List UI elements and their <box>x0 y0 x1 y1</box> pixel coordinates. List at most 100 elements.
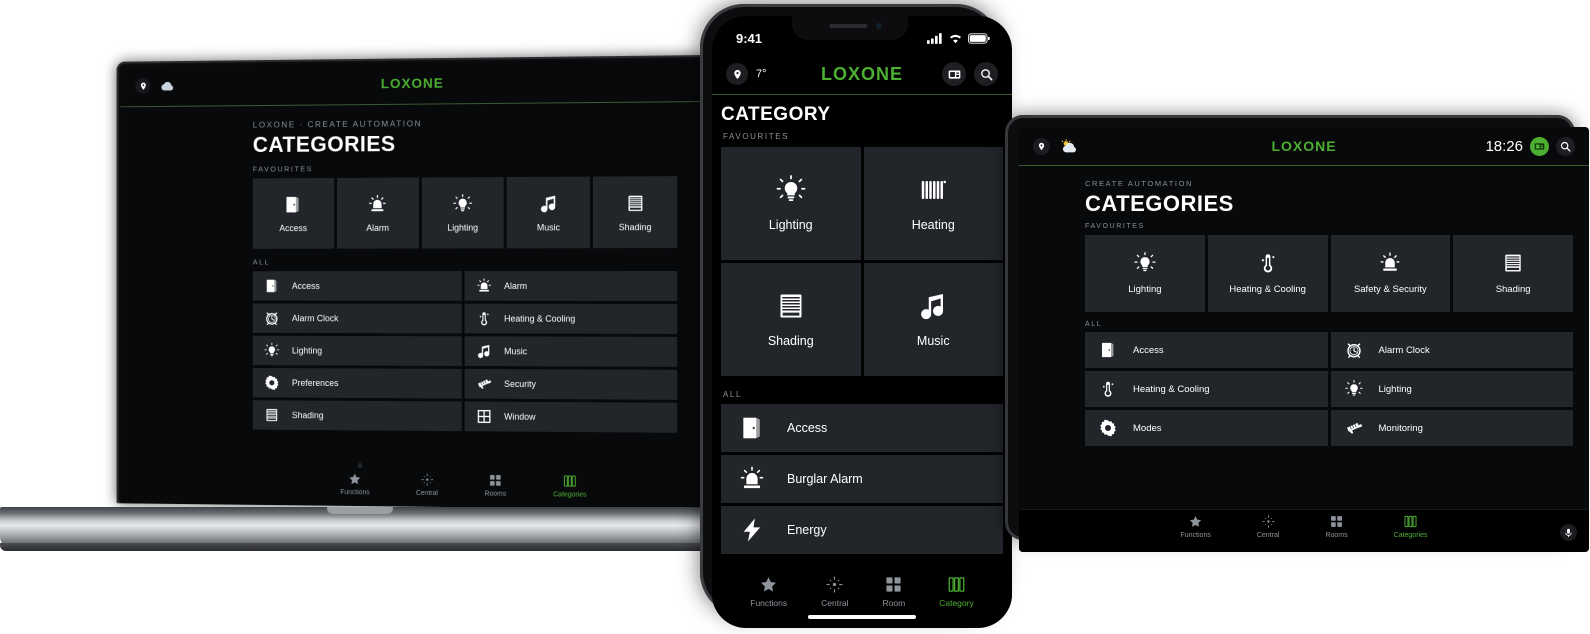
siren-icon <box>739 466 765 492</box>
categories-icon <box>1404 515 1417 528</box>
category-tile[interactable]: Lighting <box>1085 235 1205 312</box>
blinds-icon <box>264 407 279 423</box>
phone-home-indicator[interactable] <box>808 615 916 619</box>
tablet-breadcrumb: CREATE AUTOMATION <box>1085 179 1194 188</box>
intercom-icon[interactable] <box>942 62 966 86</box>
phone-screen: 9:41 7° LOXONE CATEGORY FAVOURITES Light… <box>712 16 1012 628</box>
microphone-icon[interactable] <box>1560 524 1577 541</box>
category-tile[interactable]: Alarm <box>336 177 419 249</box>
door-icon <box>739 415 765 441</box>
phone-all-list: Access Burglar Alarm Energy <box>721 404 1003 554</box>
category-row[interactable]: Access <box>721 404 1003 452</box>
gear-icon <box>264 375 279 391</box>
category-row[interactable]: Alarm Clock <box>252 303 462 334</box>
category-row[interactable]: Preferences <box>252 368 462 399</box>
category-row[interactable]: Window <box>464 401 678 433</box>
category-row[interactable]: Security <box>464 368 678 400</box>
nav-item-functions[interactable]: Functions <box>750 576 787 608</box>
category-tile[interactable]: Lighting <box>721 147 861 260</box>
phone-bottom-nav: Functions Central Room Category <box>712 568 1012 608</box>
tablet-screen: LOXONE 18:26 CREATE AUTOMATION CATEGORIE… <box>1019 127 1589 552</box>
nav-item-central[interactable]: Central <box>1256 515 1280 539</box>
laptop-content: LOXONE · CREATE AUTOMATION CATEGORIES FA… <box>120 102 709 433</box>
nav-item-central[interactable]: Central <box>416 473 438 497</box>
nav-item-functions[interactable]: Functions <box>1181 515 1211 539</box>
categories-icon <box>563 475 576 488</box>
category-row[interactable]: Modes <box>1085 410 1328 446</box>
siren-icon <box>1379 252 1401 274</box>
siren-icon <box>368 194 387 214</box>
laptop-device: LOXONE LOXONE · CREATE AUTOMATION CATEGO… <box>0 55 720 575</box>
category-tile-label: Shading <box>767 334 814 348</box>
nav-item-categories[interactable]: Categories <box>1394 515 1427 539</box>
category-tile-label: Music <box>916 334 950 348</box>
laptop-screen: LOXONE LOXONE · CREATE AUTOMATION CATEGO… <box>120 58 709 510</box>
laptop-breadcrumb: LOXONE · CREATE AUTOMATION <box>252 118 423 130</box>
phone-notch <box>792 16 908 40</box>
category-row[interactable]: Shading <box>252 400 462 432</box>
star-icon <box>1189 515 1202 528</box>
category-tile[interactable]: Lighting <box>421 177 505 249</box>
category-row[interactable]: Alarm Clock <box>1330 332 1573 368</box>
category-row-label: Lighting <box>1378 383 1412 395</box>
category-tile[interactable]: Access <box>252 177 334 249</box>
nav-item-functions[interactable]: Functions <box>340 472 370 496</box>
category-tile-label: Heating & Cooling <box>1229 284 1306 295</box>
tablet-content: CREATE AUTOMATION CATEGORIES FAVOURITES … <box>1019 166 1589 446</box>
category-row-label: Lighting <box>291 345 323 356</box>
music-note-icon <box>476 343 492 359</box>
window-icon <box>476 409 492 425</box>
category-row[interactable]: Lighting <box>1330 371 1573 407</box>
lightbulb-icon <box>264 343 279 359</box>
category-row[interactable]: Music <box>464 336 678 367</box>
nav-item-room[interactable]: Room <box>883 576 905 608</box>
category-row[interactable]: Monitoring <box>1330 410 1573 446</box>
category-tile[interactable]: Safety & Security <box>1330 235 1451 312</box>
category-row-label: Music <box>504 346 528 357</box>
category-tile[interactable]: Heating <box>863 147 1003 260</box>
star-icon <box>760 576 777 593</box>
nav-item-label: Functions <box>750 598 788 608</box>
category-row[interactable]: Lighting <box>252 335 462 366</box>
category-tile-label: Music <box>536 221 561 232</box>
nav-item-rooms[interactable]: Rooms <box>1325 515 1348 539</box>
intercom-icon[interactable] <box>1530 136 1549 156</box>
category-tile[interactable]: Music <box>506 176 591 249</box>
category-row-label: Security <box>504 379 536 390</box>
phone-front-camera <box>876 23 882 29</box>
category-row[interactable]: Access <box>1085 332 1328 368</box>
category-row-label: Alarm Clock <box>1378 344 1430 356</box>
phone-clock: 9:41 <box>736 30 763 46</box>
nav-item-label: Central <box>1256 532 1280 539</box>
category-tile[interactable]: Music <box>863 263 1003 376</box>
thermometer-icon <box>1099 380 1117 398</box>
phone-all-label: ALL <box>723 390 743 399</box>
alarm-clock-icon <box>264 310 279 326</box>
category-row[interactable]: Heating & Cooling <box>464 303 678 334</box>
category-row[interactable]: Heating & Cooling <box>1085 371 1328 407</box>
siren-icon <box>476 278 492 294</box>
category-tile[interactable]: Shading <box>721 263 861 376</box>
category-row[interactable]: Energy <box>721 506 1003 554</box>
bolt-icon <box>739 517 765 543</box>
phone-earpiece <box>829 24 868 28</box>
category-row[interactable]: Burglar Alarm <box>721 455 1003 503</box>
category-tile-label: Alarm <box>366 222 389 233</box>
search-icon[interactable] <box>1556 136 1575 156</box>
laptop-base-foot <box>0 543 720 551</box>
category-tile[interactable]: Heating & Cooling <box>1207 235 1328 312</box>
category-row[interactable]: Alarm <box>464 271 678 301</box>
nav-item-categories[interactable]: Categories <box>553 474 587 499</box>
central-icon <box>420 473 434 486</box>
category-tile[interactable]: Shading <box>593 176 678 249</box>
category-row-label: Heating & Cooling <box>1133 383 1210 395</box>
category-tile[interactable]: Shading <box>1453 235 1573 312</box>
category-tile-label: Shading <box>1495 284 1531 295</box>
nav-item-central[interactable]: Central <box>821 576 849 608</box>
nav-item-rooms[interactable]: Rooms <box>485 474 506 498</box>
nav-item-label: Categories <box>553 491 587 499</box>
laptop-lid: LOXONE LOXONE · CREATE AUTOMATION CATEGO… <box>116 55 709 510</box>
category-row[interactable]: Access <box>252 271 462 301</box>
nav-item-category[interactable]: Category <box>939 576 974 608</box>
search-icon[interactable] <box>974 62 998 86</box>
